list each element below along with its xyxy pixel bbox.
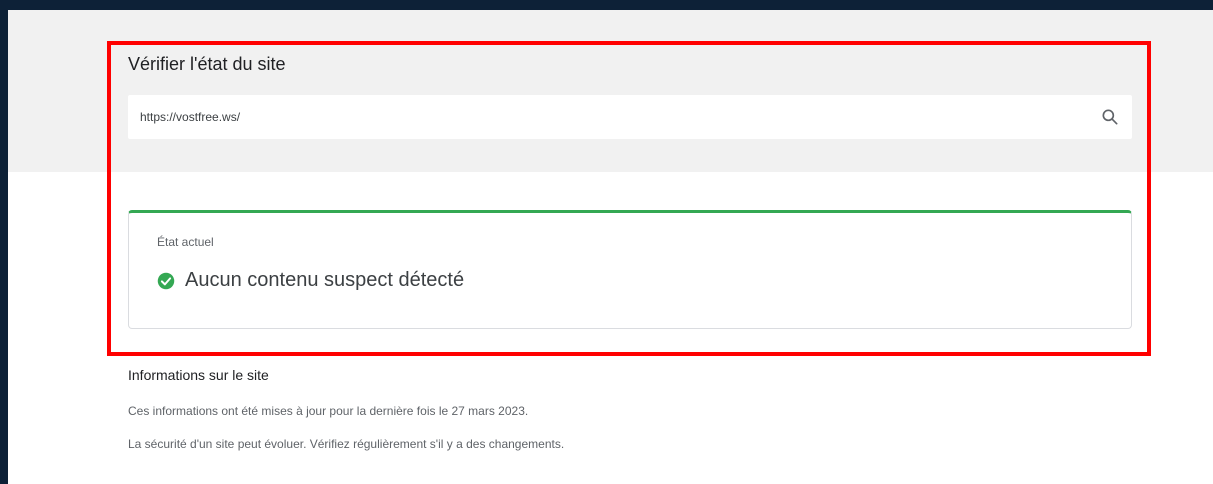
status-row: Aucun contenu suspect détecté xyxy=(157,269,464,292)
page-title: Vérifier l'état du site xyxy=(128,54,286,74)
status-text: Aucun contenu suspect détecté xyxy=(185,269,465,291)
page: Vérifier l'état du site https://vostfree… xyxy=(8,10,1213,484)
search-icon[interactable] xyxy=(1100,107,1120,127)
advice-text: La sécurité d'un site peut évoluer. Véri… xyxy=(128,437,565,451)
current-state-label: État actuel xyxy=(157,235,214,249)
header-band xyxy=(8,10,1213,172)
current-state-card: État actuel Aucun contenu suspect détect… xyxy=(128,210,1132,329)
url-search-input[interactable]: https://vostfree.ws/ xyxy=(140,95,240,139)
check-circle-icon xyxy=(157,272,175,289)
url-search-box[interactable]: https://vostfree.ws/ xyxy=(128,95,1132,139)
site-info-title: Informations sur le site xyxy=(128,367,269,383)
updated-text: Ces informations ont été mises à jour po… xyxy=(128,404,529,418)
